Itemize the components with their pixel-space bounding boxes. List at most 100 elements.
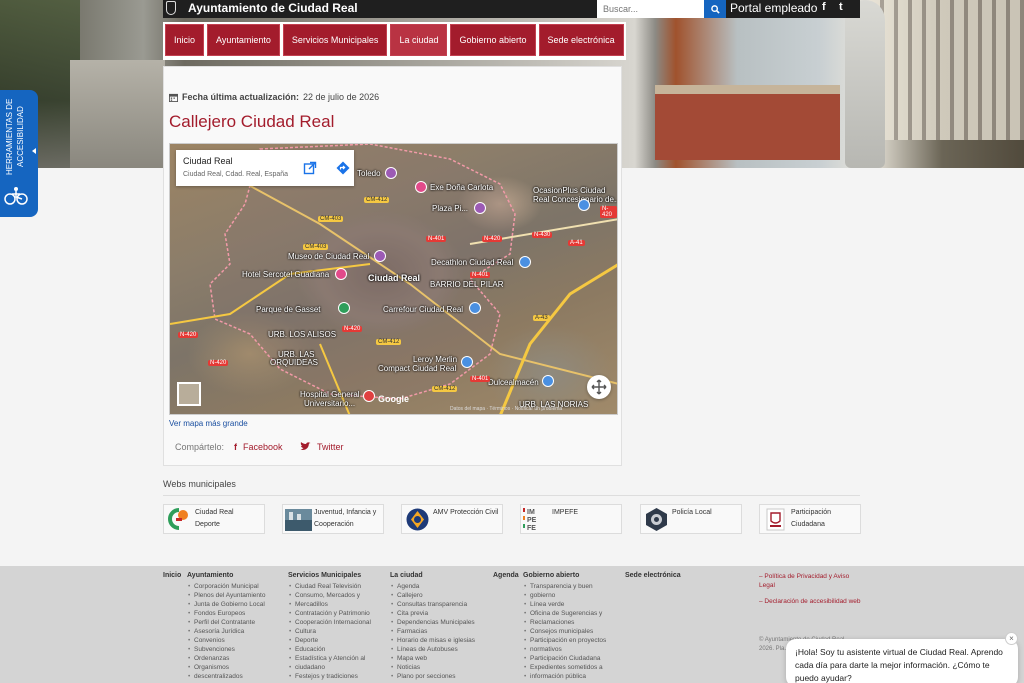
- map-pin-toledo[interactable]: [385, 167, 397, 179]
- chatbot-bubble[interactable]: ¡Hola! Soy tu asistente virtual de Ciuda…: [786, 639, 1018, 683]
- embedded-map[interactable]: Toledo Exe Doña Carlota Plaza Pi... Ocas…: [169, 143, 618, 415]
- close-icon[interactable]: ×: [1005, 632, 1018, 645]
- footer-link[interactable]: Ciudad Real Televisión: [288, 582, 384, 591]
- footer-link[interactable]: Consumo, Mercados y: [288, 591, 384, 600]
- footer-link[interactable]: Transparencia y buen: [523, 582, 621, 591]
- map-pin-museo[interactable]: [374, 250, 386, 262]
- footer-link[interactable]: Cultura: [288, 627, 384, 636]
- map-label-ciudad-real: Ciudad Real: [368, 273, 421, 283]
- city-crest-icon[interactable]: [166, 1, 176, 15]
- privacy-policy-link[interactable]: – Política de Privacidad y Aviso Legal: [759, 572, 861, 590]
- footer-link[interactable]: Convenios: [187, 636, 282, 645]
- footer-link[interactable]: Educación: [288, 645, 384, 654]
- directions-icon[interactable]: [336, 161, 350, 175]
- footer-link[interactable]: descentralizados: [187, 672, 282, 681]
- footer-link[interactable]: Participación en proyectos: [523, 636, 621, 645]
- footer-link[interactable]: Plano por secciones: [390, 672, 488, 681]
- map-pin-carrefour[interactable]: [469, 302, 481, 314]
- accessibility-statement-link[interactable]: – Declaración de accesibilidad web: [759, 597, 861, 606]
- facebook-icon: f: [234, 442, 237, 452]
- map-credits[interactable]: Datos del mapa · Términos · Notificar un…: [450, 406, 562, 412]
- footer-heading-la-ciudad[interactable]: La ciudad: [390, 572, 488, 579]
- footer-link[interactable]: Oficina de Sugerencias y: [523, 609, 621, 618]
- footer-link[interactable]: Cita previa: [390, 609, 488, 618]
- web-link-participacion[interactable]: Participación Ciudadana: [759, 504, 861, 534]
- map-pin-parque[interactable]: [338, 302, 350, 314]
- footer-heading-ayuntamiento[interactable]: Ayuntamiento: [187, 572, 282, 579]
- footer-link[interactable]: Expedientes sometidos a: [523, 663, 621, 672]
- nav-item-inicio[interactable]: Inicio: [165, 24, 205, 56]
- share-twitter-link[interactable]: Twitter: [300, 442, 344, 452]
- footer-link[interactable]: Consultas transparencia: [390, 600, 488, 609]
- footer-link[interactable]: Mercadillos: [288, 600, 384, 609]
- map-place-name: Ciudad Real: [183, 156, 233, 166]
- web-link-impefe[interactable]: IM PE FE IMPEFE: [520, 504, 622, 534]
- share-facebook-link[interactable]: f Facebook: [234, 442, 283, 452]
- open-external-icon[interactable]: [303, 161, 317, 175]
- search-button[interactable]: [704, 0, 726, 18]
- footer-link[interactable]: Perfil del Contratante: [187, 618, 282, 627]
- footer-link[interactable]: normativos: [523, 645, 621, 654]
- footer-link[interactable]: Corporación Municipal: [187, 582, 282, 591]
- map-pin-dulcealmacen[interactable]: [542, 375, 554, 387]
- web-label-line-2: Cooperación: [314, 521, 354, 528]
- footer-link[interactable]: Estadística y Atención al: [288, 654, 384, 663]
- portal-empleado-link[interactable]: Portal empleado: [730, 1, 817, 15]
- nav-item-servicios[interactable]: Servicios Municipales: [282, 24, 388, 56]
- footer-link[interactable]: Deporte: [288, 636, 384, 645]
- footer-link[interactable]: Ordenanzas: [187, 654, 282, 663]
- view-larger-map-link[interactable]: Ver mapa más grande: [169, 419, 248, 428]
- web-link-policia-local[interactable]: Policía Local: [640, 504, 742, 534]
- web-link-deporte[interactable]: Ciudad Real Deporte: [163, 504, 265, 534]
- footer-link[interactable]: Subvenciones: [187, 645, 282, 654]
- nav-item-sede-electronica[interactable]: Sede electrónica: [538, 24, 624, 56]
- footer-link[interactable]: Asesoría Jurídica: [187, 627, 282, 636]
- map-pin-hotel[interactable]: [335, 268, 347, 280]
- footer-link[interactable]: Consejos municipales: [523, 627, 621, 636]
- footer-link[interactable]: gobierno: [523, 591, 621, 600]
- footer-link-sede[interactable]: Sede electrónica: [625, 572, 681, 579]
- footer-link[interactable]: Festejos y tradiciones: [288, 672, 384, 681]
- twitter-icon[interactable]: t: [839, 1, 843, 13]
- accessibility-tools-tab[interactable]: HERRAMIENTAS DE ACCESIBILIDAD: [0, 90, 38, 217]
- web-link-juventud[interactable]: Juventud, Infancia y Cooperación: [282, 504, 384, 534]
- web-link-proteccion-civil[interactable]: AMV Protección Civil: [401, 504, 503, 534]
- site-title[interactable]: Ayuntamiento de Ciudad Real: [188, 1, 358, 15]
- footer-link[interactable]: Líneas de Autobuses: [390, 645, 488, 654]
- footer-link[interactable]: Agenda: [390, 582, 488, 591]
- footer-link[interactable]: Callejero: [390, 591, 488, 600]
- footer-link-inicio[interactable]: Inicio: [163, 572, 181, 579]
- nav-item-gobierno-abierto[interactable]: Gobierno abierto: [450, 24, 536, 56]
- footer-link[interactable]: ciudadano: [288, 663, 384, 672]
- facebook-icon[interactable]: f: [822, 1, 826, 13]
- footer-heading-gobierno[interactable]: Gobierno abierto: [523, 572, 621, 579]
- footer-heading-servicios[interactable]: Servicios Municipales: [288, 572, 384, 579]
- footer-link[interactable]: Noticias: [390, 663, 488, 672]
- map-pin-ocasion[interactable]: [578, 199, 590, 211]
- footer-link[interactable]: Plenos del Ayuntamiento: [187, 591, 282, 600]
- footer-link[interactable]: Dependencias Municipales: [390, 618, 488, 627]
- map-pin-leroy[interactable]: [461, 356, 473, 368]
- footer-link[interactable]: información pública: [523, 672, 621, 681]
- footer-link-agenda[interactable]: Agenda: [493, 572, 519, 579]
- map-pin-decathlon[interactable]: [519, 256, 531, 268]
- map-layer-toggle[interactable]: [177, 382, 201, 406]
- map-pin-exe[interactable]: [415, 181, 427, 193]
- footer-link[interactable]: Organismos: [187, 663, 282, 672]
- footer-link[interactable]: Fondos Europeos: [187, 609, 282, 618]
- footer-link[interactable]: Junta de Gobierno Local: [187, 600, 282, 609]
- footer-link[interactable]: Contratación y Patrimonio: [288, 609, 384, 618]
- footer-link[interactable]: Participación Ciudadana: [523, 654, 621, 663]
- footer-link[interactable]: Reclamaciones: [523, 618, 621, 627]
- map-pin-plaza[interactable]: [474, 202, 486, 214]
- footer-link[interactable]: Mapa web: [390, 654, 488, 663]
- map-pin-hospital[interactable]: [363, 390, 375, 402]
- nav-item-ayuntamiento[interactable]: Ayuntamiento: [207, 24, 280, 56]
- footer-link[interactable]: Cooperación Internacional: [288, 618, 384, 627]
- footer-link[interactable]: Horario de misas e iglesias: [390, 636, 488, 645]
- footer-link[interactable]: Línea verde: [523, 600, 621, 609]
- search-input[interactable]: [597, 0, 704, 18]
- footer-link[interactable]: Farmacias: [390, 627, 488, 636]
- fullscreen-button[interactable]: [587, 375, 611, 399]
- nav-item-la-ciudad[interactable]: La ciudad: [390, 24, 448, 56]
